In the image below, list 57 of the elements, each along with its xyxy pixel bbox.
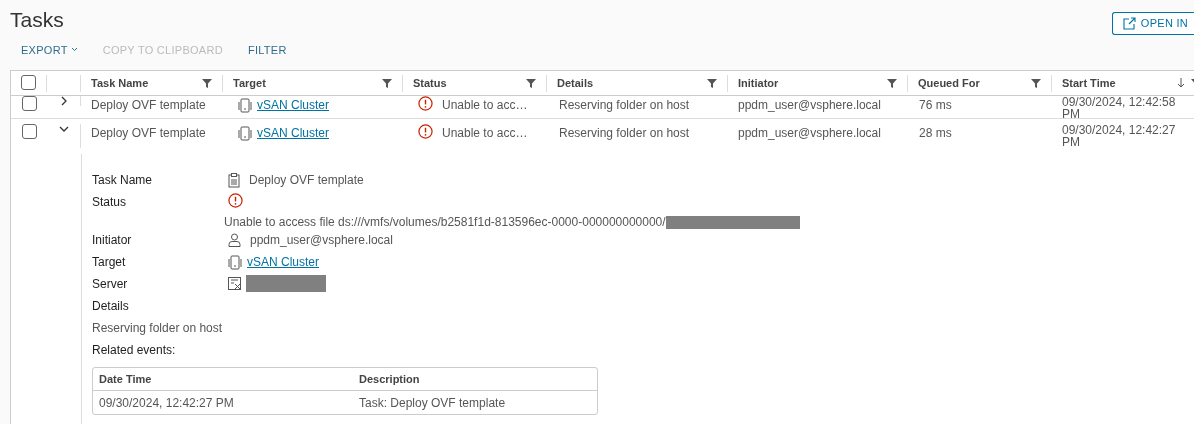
checkbox[interactable] [21, 124, 37, 139]
column-header: Date Time [99, 371, 153, 387]
status-message: Unable to access file ds:///vmfs/volumes/b2581f1d-813596ec-0000-000000000000/ [224, 214, 666, 231]
cluster-icon [238, 125, 252, 141]
table-cell-text: 09/30/2024, 12:42:27 [1062, 124, 1177, 136]
field-label: Task Name [92, 172, 154, 189]
target-link[interactable]: vSAN Cluster [257, 96, 330, 114]
table-cell-text: 76 ms [918, 97, 953, 114]
field-value: ppdm_user@vsphere.local [250, 232, 393, 249]
table-cell-text: PM [1062, 136, 1080, 148]
open-in-button[interactable]: OPEN IN [1111, 12, 1194, 35]
table-cell-text: 09/30/2024, 12:42:27 PM [99, 394, 235, 412]
sort-arrow-icon[interactable] [1177, 78, 1185, 88]
chevron-down-icon[interactable] [58, 124, 69, 134]
field-label: Server [92, 276, 129, 293]
column-header[interactable]: Queued For [918, 74, 980, 92]
checkbox[interactable] [21, 96, 37, 111]
field-label: Details [92, 298, 130, 315]
toolbar-button[interactable]: FILTER [247, 41, 287, 58]
server-icon [228, 276, 242, 291]
column-header[interactable]: Status [413, 74, 447, 92]
column-header[interactable]: Task Name [91, 74, 149, 92]
table-cell-text: PM [1062, 108, 1080, 120]
caret-icon [70, 47, 78, 53]
table-cell-text: Unable to acc… [442, 97, 528, 114]
column-header[interactable]: Details [557, 74, 594, 92]
toolbar-button[interactable]: EXPORT [21, 41, 78, 58]
checkbox[interactable] [21, 74, 36, 90]
field-label: Status [92, 194, 128, 211]
details-text: Reserving folder on host [92, 320, 224, 337]
page-title: Tasks [10, 7, 64, 33]
table-cell-text: Deploy OVF template [90, 97, 207, 114]
column-header[interactable]: Initiator [738, 74, 779, 92]
clipboard-icon [228, 172, 240, 188]
cluster-icon [238, 97, 252, 113]
column-header[interactable]: Target [233, 74, 266, 92]
table-cell-text: 28 ms [918, 125, 953, 142]
field-label: Initiator [92, 232, 133, 249]
table-cell-text: Reserving folder on host [558, 125, 691, 142]
external-link-icon [1122, 17, 1136, 30]
table-cell-text: Deploy OVF template [90, 125, 207, 142]
field-value: Deploy OVF template [249, 172, 364, 189]
user-icon [228, 233, 241, 247]
table-cell-text: Task: Deploy OVF template [359, 394, 507, 412]
target-link[interactable]: vSAN Cluster [247, 253, 320, 271]
table-cell-text: ppdm_user@vsphere.local [737, 97, 882, 114]
table-cell-text: Reserving folder on host [558, 97, 691, 114]
table-cell-text: ppdm_user@vsphere.local [737, 125, 882, 142]
related-events-label: Related events: [92, 342, 177, 359]
cluster-icon [228, 254, 242, 270]
target-link[interactable]: vSAN Cluster [257, 124, 330, 142]
column-header[interactable]: Start Time [1062, 74, 1116, 92]
table-cell-text: 09/30/2024, 12:42:58 [1062, 96, 1177, 108]
field-label: Target [92, 254, 127, 271]
column-header: Description [359, 371, 421, 387]
table-cell-text: Unable to acc… [442, 125, 528, 142]
error-icon [228, 193, 243, 208]
